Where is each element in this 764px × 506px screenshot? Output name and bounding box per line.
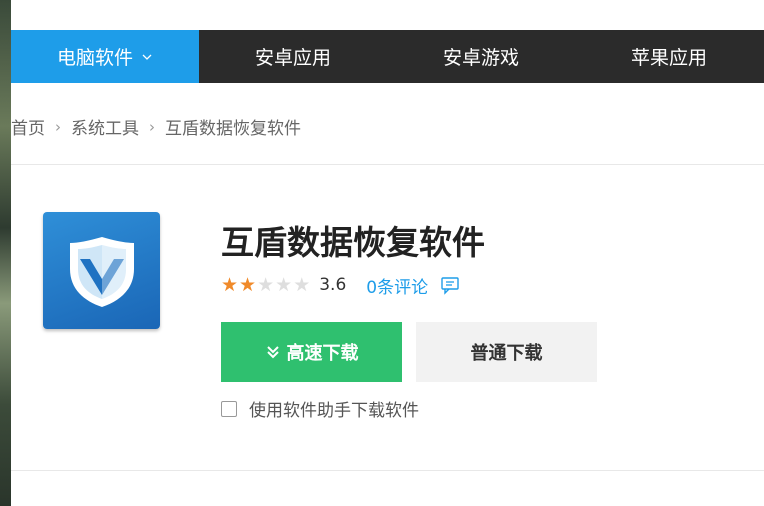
divider xyxy=(11,164,764,165)
helper-label[interactable]: 使用软件助手下载软件 xyxy=(249,396,419,421)
star-empty-icon: ★ xyxy=(275,273,293,296)
star-empty-icon: ★ xyxy=(293,273,311,296)
nav-item-label: 安卓游戏 xyxy=(442,47,519,69)
nav-item-label: 安卓应用 xyxy=(254,47,331,69)
download-helper-option: 使用软件助手下载软件 xyxy=(221,396,419,421)
normal-download-button[interactable]: 普通下载 xyxy=(416,322,597,382)
nav-item-apple-apps[interactable]: 苹果应用 xyxy=(575,30,763,83)
breadcrumb: 首页 › 系统工具 › 互盾数据恢复软件 xyxy=(11,114,301,140)
star-empty-icon: ★ xyxy=(257,273,275,296)
rating-row: ★ ★ ★ ★ ★ 3.6 0条评论 xyxy=(221,272,460,298)
comment-icon[interactable] xyxy=(440,275,460,295)
shield-v-icon xyxy=(43,212,160,329)
star-filled-icon: ★ xyxy=(221,273,239,296)
breadcrumb-separator-icon: › xyxy=(55,117,61,136)
divider xyxy=(11,470,764,471)
page: 电脑软件 安卓应用 安卓游戏 苹果应用 首页 › 系统工具 › 互盾数据恢复软件… xyxy=(0,0,764,506)
breadcrumb-home[interactable]: 首页 xyxy=(11,114,45,139)
comments-link[interactable]: 0条评论 xyxy=(366,273,428,298)
fast-download-button[interactable]: 高速下载 xyxy=(221,322,402,382)
helper-checkbox[interactable] xyxy=(221,400,237,417)
nav-item-label: 苹果应用 xyxy=(630,47,707,69)
nav-item-pc-software[interactable]: 电脑软件 xyxy=(11,30,199,83)
breadcrumb-separator-icon: › xyxy=(149,117,155,136)
breadcrumb-current[interactable]: 互盾数据恢复软件 xyxy=(165,114,301,139)
fast-download-label: 高速下载 xyxy=(286,343,359,364)
chevron-down-icon xyxy=(142,54,152,60)
rating-score: 3.6 xyxy=(319,275,347,295)
breadcrumb-category[interactable]: 系统工具 xyxy=(71,114,139,139)
top-nav: 电脑软件 安卓应用 安卓游戏 苹果应用 xyxy=(11,30,764,83)
nav-item-android-games[interactable]: 安卓游戏 xyxy=(387,30,575,83)
app-title: 互盾数据恢复软件 xyxy=(221,223,485,262)
star-filled-icon: ★ xyxy=(239,273,257,296)
nav-item-label: 电脑软件 xyxy=(56,47,133,69)
nav-item-android-apps[interactable]: 安卓应用 xyxy=(199,30,387,83)
normal-download-label: 普通下载 xyxy=(470,343,543,364)
double-chevron-down-icon xyxy=(266,346,279,359)
background-photo-edge xyxy=(0,0,11,506)
